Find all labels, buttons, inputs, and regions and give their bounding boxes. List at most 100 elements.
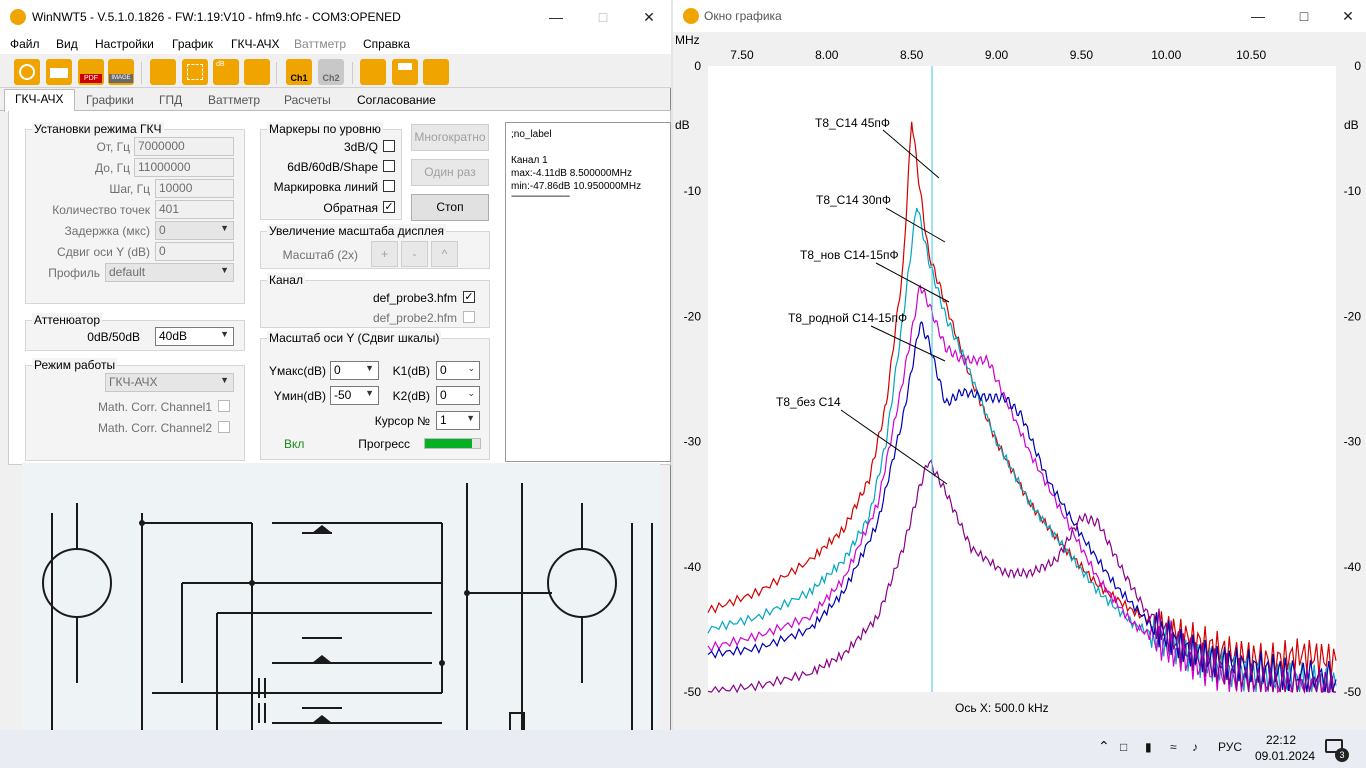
zoom-plus-button[interactable]: + — [371, 241, 398, 267]
main-title-bar[interactable]: WinNWT5 - V.5.1.0.1826 - FW:1.19:V10 - h… — [0, 0, 671, 34]
calibrate-icon[interactable] — [244, 59, 270, 85]
ymin-label: Yмин(dB) — [273, 389, 326, 403]
probe1-checkbox[interactable]: ✓ — [463, 291, 475, 303]
probe2-checkbox[interactable] — [463, 311, 475, 323]
menu-file[interactable]: Файл — [10, 37, 40, 51]
ymin-select[interactable]: -50 ▼ — [330, 386, 379, 405]
mode-select[interactable]: ГКЧ-АЧХ ▼ — [105, 373, 234, 392]
y-tick-label-right: -10 — [1344, 184, 1362, 198]
markers-group-title: Маркеры по уровню — [267, 122, 383, 136]
multi-sweep-button[interactable]: Многократно — [411, 124, 489, 151]
stop-button[interactable]: Стоп — [411, 194, 489, 221]
to-label: До, Гц — [95, 161, 130, 175]
minimize-icon[interactable]: — — [1235, 0, 1281, 33]
zoom-group-title: Увеличение масштаба дисплея — [267, 224, 447, 238]
dropdown-arrow-icon: ▼ — [365, 363, 374, 373]
menu-help[interactable]: Справка — [363, 37, 410, 51]
maximize-icon[interactable]: □ — [580, 0, 626, 34]
menu-bar: Файл Вид Настройки График ГКЧ-АЧХ Ваттме… — [0, 34, 671, 54]
k2-value: 0 — [440, 388, 447, 402]
schematic-scan-image — [22, 463, 660, 768]
ch2-icon[interactable]: Ch2 — [318, 59, 344, 85]
volume-icon[interactable]: ♪ — [1192, 740, 1198, 754]
menu-view[interactable]: Вид — [56, 37, 78, 51]
marker-shape-checkbox[interactable] — [383, 160, 395, 172]
marker-lines-checkbox[interactable] — [383, 180, 395, 192]
corr2-checkbox[interactable] — [218, 421, 230, 433]
image-icon[interactable]: IMAGE — [108, 59, 134, 85]
marker-shape-label: 6dB/60dB/Shape — [287, 160, 378, 174]
battery-icon[interactable]: ▮ — [1145, 740, 1152, 754]
k2-select[interactable]: 0 ⌄ — [436, 386, 480, 405]
wifi-icon[interactable]: ≈ — [1170, 740, 1177, 754]
zoom-minus-button[interactable]: - — [401, 241, 428, 267]
attenuator-select[interactable]: 40dB ▼ — [155, 327, 234, 346]
marker-lines-label: Маркировка линий — [273, 180, 378, 194]
save-icon[interactable] — [392, 59, 418, 85]
info-max-line: max:-4.11dB 8.500000MHz — [511, 168, 632, 179]
close-icon[interactable]: ✕ — [1325, 0, 1366, 33]
y-tick-label-left: -50 — [684, 685, 702, 699]
exchange-icon[interactable] — [423, 59, 449, 85]
to-field[interactable]: 11000000 — [134, 158, 234, 177]
tab-graphs[interactable]: Графики — [76, 91, 144, 111]
yshift-field[interactable]: 0 — [155, 242, 234, 261]
clock-time[interactable]: 22:12 — [1266, 733, 1296, 747]
info-separator-line: ------------------------- — [511, 191, 570, 202]
probe1-label: def_probe3.hfm — [372, 291, 457, 305]
from-field[interactable]: 7000000 — [134, 137, 234, 156]
meet-now-icon[interactable]: □ — [1120, 740, 1127, 754]
info-text-box[interactable]: ;no_label Канал 1 max:-4.11dB 8.500000MH… — [505, 122, 671, 462]
plot-area — [708, 66, 1336, 692]
step-field[interactable]: 10000 — [155, 179, 234, 198]
marker-3db-checkbox[interactable] — [383, 140, 395, 152]
step-label: Шаг, Гц — [109, 182, 150, 196]
graph-title-bar[interactable]: Окно графика — □ ✕ — [673, 0, 1366, 32]
pdf-icon[interactable]: PDF — [78, 59, 104, 85]
profile-select[interactable]: default ▼ — [105, 263, 234, 282]
menu-graph[interactable]: График — [172, 37, 213, 51]
k1-label: K1(dB) — [392, 364, 430, 378]
single-sweep-button[interactable]: Один раз — [411, 159, 489, 186]
tab-wattmeter[interactable]: Ваттметр — [198, 91, 270, 111]
cursor-value: 1 — [440, 413, 447, 427]
toolbar-separator — [276, 62, 277, 84]
zoom-up-button[interactable]: ^ — [431, 241, 458, 267]
language-indicator[interactable]: РУС — [1218, 740, 1242, 754]
grid-icon[interactable] — [182, 59, 208, 85]
menu-sweep[interactable]: ГКЧ-АЧХ — [231, 37, 280, 51]
dropdown-arrow-icon: ▼ — [220, 265, 229, 275]
notification-count-badge: 3 — [1335, 748, 1349, 762]
close-icon[interactable]: ✕ — [626, 0, 672, 34]
dropdown-arrow-icon: ▼ — [220, 375, 229, 385]
cursor-select[interactable]: 1 ▼ — [436, 411, 480, 430]
menu-wattmeter[interactable]: Ваттметр — [294, 37, 346, 51]
y-tick-label-right: 0 — [1354, 59, 1361, 73]
sweep-icon[interactable] — [360, 59, 386, 85]
tab-matching[interactable]: Согласование — [347, 91, 446, 111]
menu-settings[interactable]: Настройки — [95, 37, 154, 51]
chevron-up-icon[interactable]: ⌃ — [1098, 738, 1110, 755]
tab-calculations[interactable]: Расчеты — [274, 91, 341, 111]
marker-reverse-label: Обратная — [323, 201, 378, 215]
db-chart-icon[interactable]: dB — [213, 59, 239, 85]
tab-sweep[interactable]: ГКЧ-АЧХ — [4, 89, 75, 112]
pdf-label: PDF — [80, 74, 102, 83]
marker-reverse-checkbox[interactable]: ✓ — [383, 201, 395, 213]
delay-select[interactable]: 0 ▼ — [155, 221, 234, 240]
toolbar: PDF IMAGE dB Ch1 Ch2 — [0, 54, 671, 88]
points-field[interactable]: 401 — [155, 200, 234, 219]
power-icon[interactable] — [14, 59, 40, 85]
frequency-response-chart[interactable]: MHz dB dB 7.50 8.00 8.50 9.00 9.50 10.00 10.50… — [673, 32, 1366, 722]
print-icon[interactable] — [46, 59, 72, 85]
minimize-icon[interactable]: — — [533, 0, 579, 34]
k1-select[interactable]: 0 ⌄ — [436, 361, 480, 380]
clock-date[interactable]: 09.01.2024 — [1255, 749, 1315, 763]
ch1-icon[interactable]: Ch1 — [286, 59, 312, 85]
y-tick-label-right: -20 — [1344, 309, 1362, 323]
tab-vfo[interactable]: ГПД — [149, 91, 192, 111]
tools-icon[interactable] — [150, 59, 176, 85]
ymax-select[interactable]: 0 ▼ — [330, 361, 379, 380]
maximize-icon[interactable]: □ — [1281, 0, 1327, 33]
corr1-checkbox[interactable] — [218, 400, 230, 412]
